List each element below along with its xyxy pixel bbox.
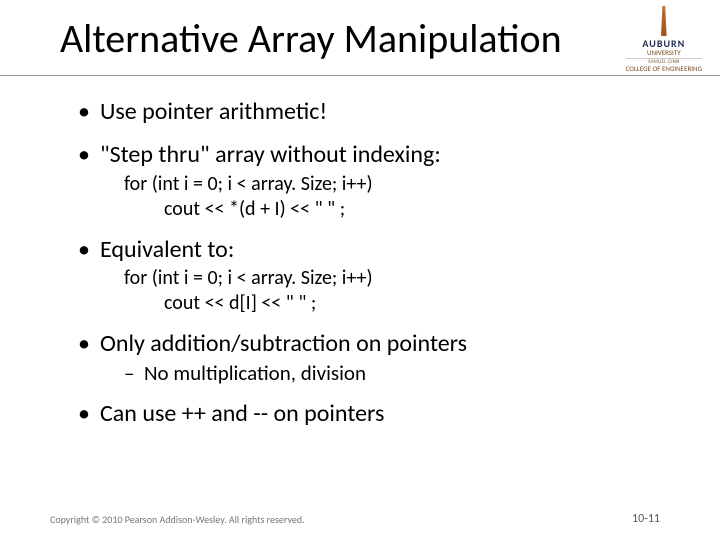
code2-line2: cout << d[I] << " " ; [124,291,680,316]
slide-body: Use pointer arithmetic! "Step thru" arra… [72,98,680,443]
copyright-text: Copyright © 2010 Pearson Addison-Wesley.… [50,513,305,526]
code-block-2: for (int i = 0; i < array. Size; i++) co… [124,266,680,316]
bullet-2-text: "Step thru" array without indexing: [100,140,441,169]
code1-line1: for (int i = 0; i < array. Size; i++) [124,172,373,196]
logo-sub1: UNIVERSITY [626,49,702,57]
bullet-1: Use pointer arithmetic! [72,98,680,127]
bullet-3-text: Equivalent to: [100,235,234,264]
logo-sub3: COLLEGE OF ENGINEERING [626,65,702,73]
bullet-3: Equivalent to: for (int i = 0; i < array… [72,236,680,317]
slide-title: Alternative Array Manipulation [60,14,562,63]
bullet-2: "Step thru" array without indexing: for … [72,141,680,222]
bullet-4: Only addition/subtraction on pointers No… [72,330,680,386]
bullet-4-sub: No multiplication, division [122,361,680,386]
code-block-1: for (int i = 0; i < array. Size; i++) co… [124,172,680,222]
code2-line1: for (int i = 0; i < array. Size; i++) [124,266,373,290]
page-number: 10-11 [632,512,660,526]
slide: AUBURN UNIVERSITY SAMUEL GINN COLLEGE OF… [0,0,720,540]
title-divider [0,75,720,76]
bullet-4-text: Only addition/subtraction on pointers [100,329,467,358]
bullet-list: Use pointer arithmetic! "Step thru" arra… [72,98,680,429]
tower-icon [657,6,671,36]
code1-line2: cout << *(d + I) << " " ; [124,197,680,222]
bullet-5: Can use ++ and -- on pointers [72,400,680,429]
auburn-logo: AUBURN UNIVERSITY SAMUEL GINN COLLEGE OF… [626,6,702,73]
sub-bullet-list: No multiplication, division [122,361,680,386]
